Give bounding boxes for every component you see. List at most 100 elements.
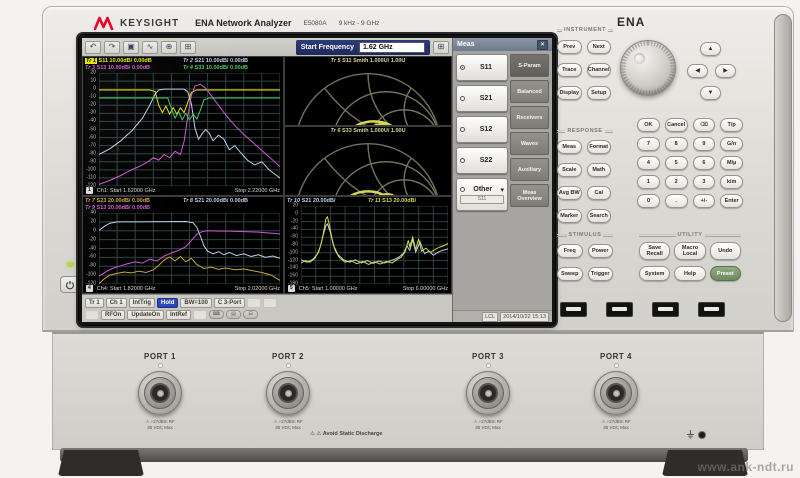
tab-balanced[interactable]: Balanced [510,80,549,103]
panel-button-4[interactable]: 4 [637,156,660,170]
power-led [67,262,74,267]
softkey-s21[interactable]: S21 [456,85,508,112]
panel-button-macro-local[interactable]: Macro Local [674,242,705,260]
arrow-up-button[interactable]: ▲ [700,42,721,56]
network-analyzer: KEYSIGHT ENA Network Analyzer E5080A 9 k… [0,0,800,478]
tab-receivers[interactable]: Receivers [510,106,549,129]
panel-button-blank[interactable]: +/- [693,194,716,208]
panel-button-2[interactable]: 2 [665,175,688,189]
panel-button-save-recall[interactable]: Save Recall [639,242,670,260]
panel-button-0[interactable]: 0 [637,194,660,208]
ground-screw [698,431,706,439]
panel-button-system[interactable]: System [639,266,670,281]
radio-icon [460,127,465,132]
panel-button-cal[interactable]: Cal [587,186,612,200]
panel-button-9[interactable]: 9 [693,137,716,151]
panel-button-1[interactable]: 1 [637,175,660,189]
tab-waves[interactable]: Waves [510,132,549,155]
panel-button-setup[interactable]: Setup [587,86,612,100]
lcl-indicator: LCL [482,312,498,322]
zoom-icon[interactable]: ⊕ [161,41,177,54]
status-icon-2[interactable]: ▤ [226,310,241,319]
tab-meas-overview[interactable]: Meas Overview [510,184,549,207]
panel-button-meas[interactable]: Meas [557,140,582,154]
panel-button-preset[interactable]: Preset [710,266,741,281]
panel-button-next[interactable]: Next [587,40,612,54]
channel-stop: Stop 2.02000 GHz [235,286,280,292]
panel-button-blank[interactable]: ⌫ [693,118,716,132]
undo-icon[interactable]: ↶ [85,41,101,54]
touch-icon[interactable]: ⊞ [180,41,196,54]
keypad-icon[interactable]: ⊞ [433,41,449,54]
softkey-other-value[interactable]: S11 [460,195,504,204]
status-item-c-3-port[interactable]: C 3-Port [214,298,245,308]
panel-button-cancel[interactable]: Cancel [665,118,688,132]
status-item-rfon[interactable]: RFOn [101,310,125,320]
status-item-hold[interactable]: Hold [157,298,178,308]
panel-button-marker[interactable]: Marker [557,209,582,223]
panel-button-help[interactable]: Help [674,266,705,281]
start-frequency-input[interactable]: 1.62 GHz [359,42,425,53]
plot-area [287,135,449,196]
panel-button-8[interactable]: 8 [665,137,688,151]
arrow-right-button[interactable]: ▶ [715,64,736,78]
port-warning: ⚠ +27dBm RF 35 VDC Max [145,419,174,430]
panel-button-display[interactable]: Display [557,86,582,100]
softkey-other[interactable]: Other▾S11 [456,178,508,211]
panel-button-math[interactable]: Math [587,163,612,177]
arrow-left-button[interactable]: ◀ [687,64,708,78]
panel-button-6[interactable]: 6 [693,156,716,170]
redo-icon[interactable]: ↷ [104,41,120,54]
status-item-inttrig[interactable]: IntTrig [129,298,155,308]
status-item-updateon[interactable]: UpdateOn [127,310,164,320]
status-item-blank [247,298,261,308]
tab-s-param[interactable]: S-Param [510,54,549,77]
panel-button-3[interactable]: 3 [693,175,716,189]
softkey-s22[interactable]: S22 [456,147,508,174]
softkey-s11[interactable]: S11 [456,54,508,81]
panel-button-k-m[interactable]: k/m [720,175,743,189]
panel-button-sweep[interactable]: Sweep [557,267,583,281]
tab-auxiliary[interactable]: Auxiliary [510,158,549,181]
power-button[interactable] [60,276,80,293]
trace-icon[interactable]: ∿ [142,41,158,54]
panel-button-power[interactable]: Power [588,244,614,258]
panel-button-freq[interactable]: Freq [557,244,583,258]
softkey-title: Meas [457,41,475,48]
status-item-ch-1[interactable]: Ch 1 [106,298,127,308]
plot-area [287,65,449,126]
softkey-s12[interactable]: S12 [456,116,508,143]
panel-button-blank[interactable]: . [665,194,688,208]
panel-button-trace[interactable]: Trace [557,63,582,77]
panel-button-enter[interactable]: Enter [720,194,743,208]
panel-button-prev[interactable]: Prev [557,40,582,54]
panel-button-avg-bw[interactable]: Avg BW [557,186,582,200]
panel-button-7[interactable]: 7 [637,137,660,151]
status-bar: Tr 1Ch 1IntTrigHoldBW=100C 3-Port RFOnUp… [82,294,452,322]
port-label: PORT 3 [472,352,504,361]
usb-port [606,302,633,317]
panel-button-undo[interactable]: Undo [710,242,741,260]
screenshot-icon[interactable]: ▣ [123,41,139,54]
panel-button-scale[interactable]: Scale [557,163,582,177]
status-icon-3[interactable]: ⊟ [243,310,258,319]
panel-button-5[interactable]: 5 [665,156,688,170]
channel-stop: Stop 2.22000 GHz [235,188,280,194]
panel-button-g-n[interactable]: G/n [720,137,743,151]
status-item-tr-1[interactable]: Tr 1 [85,298,104,308]
ground-icon [686,430,695,439]
panel-button-search[interactable]: Search [587,209,612,223]
rotary-knob[interactable] [620,40,676,96]
panel-button-format[interactable]: Format [587,140,612,154]
panel-button-t-p[interactable]: T/p [720,118,743,132]
close-icon[interactable]: × [537,40,548,50]
arrow-down-button[interactable]: ▼ [700,86,721,100]
status-item-intref[interactable]: IntRef [166,310,191,320]
status-icon-1[interactable]: ⌨ [209,310,224,319]
panel-button-trigger[interactable]: Trigger [588,267,614,281]
panel-button-m[interactable]: M/µ [720,156,743,170]
panel-button-ok[interactable]: OK [637,118,660,132]
section-instrument: INSTRUMENT [557,27,613,33]
panel-button-channel[interactable]: Channel [587,63,612,77]
status-item-bw-100[interactable]: BW=100 [180,298,212,308]
